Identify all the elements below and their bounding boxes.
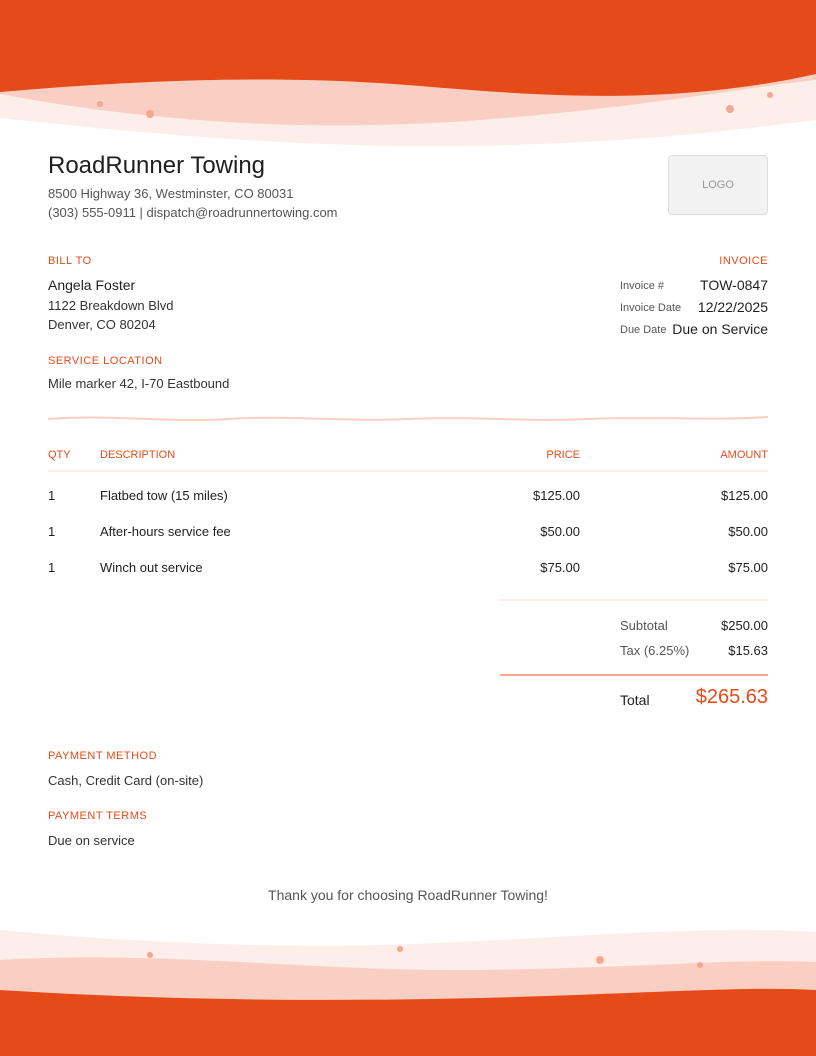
row-qty: 1 (48, 524, 56, 539)
subtotal-value: $250.00 (721, 618, 768, 633)
service-location-label: SERVICE LOCATION (48, 355, 163, 367)
invoice-date: 12/22/2025 (697, 299, 768, 315)
row-price: $50.00 (540, 524, 580, 539)
row-amount: $125.00 (721, 488, 768, 503)
row-description: Flatbed tow (15 miles) (100, 488, 228, 503)
header-wave-decoration (0, 0, 816, 160)
service-location-value: Mile marker 42, I-70 Eastbound (48, 376, 230, 391)
description-header: DESCRIPTION (100, 449, 176, 461)
wavy-divider (48, 416, 768, 422)
company-name: RoadRunner Towing (48, 152, 266, 179)
table-row: 1 After-hours service fee $50.00 $50.00 (48, 524, 768, 544)
invoice-number: TOW-0847 (700, 277, 768, 293)
logo-placeholder: LOGO (668, 155, 768, 215)
invoice-label: INVOICE (719, 255, 768, 267)
totals-top-divider (500, 599, 768, 601)
payment-method-label: PAYMENT METHOD (48, 750, 158, 762)
thank-you-message: Thank you for choosing RoadRunner Towing… (268, 887, 548, 903)
row-description: After-hours service fee (100, 524, 231, 539)
table-row: 1 Winch out service $75.00 $75.00 (48, 560, 768, 580)
company-address: 8500 Highway 36, Westminster, CO 80031 (48, 186, 294, 201)
invoice-number-label: Invoice # (620, 280, 665, 292)
tax-label: Tax (6.25%) (620, 643, 690, 658)
tax-value: $15.63 (728, 643, 768, 658)
footer-wave-decoration (0, 929, 816, 1056)
table-row: 1 Flatbed tow (15 miles) $125.00 $125.00 (48, 488, 768, 508)
amount-header: AMOUNT (720, 449, 768, 461)
subtotal-label: Subtotal (620, 618, 668, 633)
due-date: Due on Service (672, 321, 768, 337)
bill-to-street: 1122 Breakdown Blvd (48, 298, 174, 313)
row-qty: 1 (48, 560, 56, 575)
payment-terms-value: Due on service (48, 833, 135, 848)
qty-header: QTY (48, 449, 71, 461)
bill-to-name: Angela Foster (48, 277, 136, 293)
row-amount: $50.00 (728, 524, 768, 539)
total-label: Total (620, 692, 650, 708)
logo-text: LOGO (702, 179, 734, 191)
due-date-label: Due Date (620, 324, 667, 336)
price-header: PRICE (546, 449, 580, 461)
row-qty: 1 (48, 488, 56, 503)
bill-to-label: BILL TO (48, 255, 92, 267)
row-amount: $75.00 (728, 560, 768, 575)
payment-method-value: Cash, Credit Card (on-site) (48, 773, 204, 788)
row-price: $125.00 (533, 488, 580, 503)
total-value: $265.63 (695, 686, 768, 708)
payment-terms-label: PAYMENT TERMS (48, 810, 148, 822)
row-price: $75.00 (540, 560, 580, 575)
table-header-divider (48, 470, 768, 472)
total-divider (500, 674, 768, 676)
company-contact: (303) 555-0911 | dispatch@roadrunnertowi… (48, 205, 338, 220)
bill-to-city: Denver, CO 80204 (48, 317, 156, 332)
invoice-date-label: Invoice Date (620, 302, 682, 314)
row-description: Winch out service (100, 560, 203, 575)
